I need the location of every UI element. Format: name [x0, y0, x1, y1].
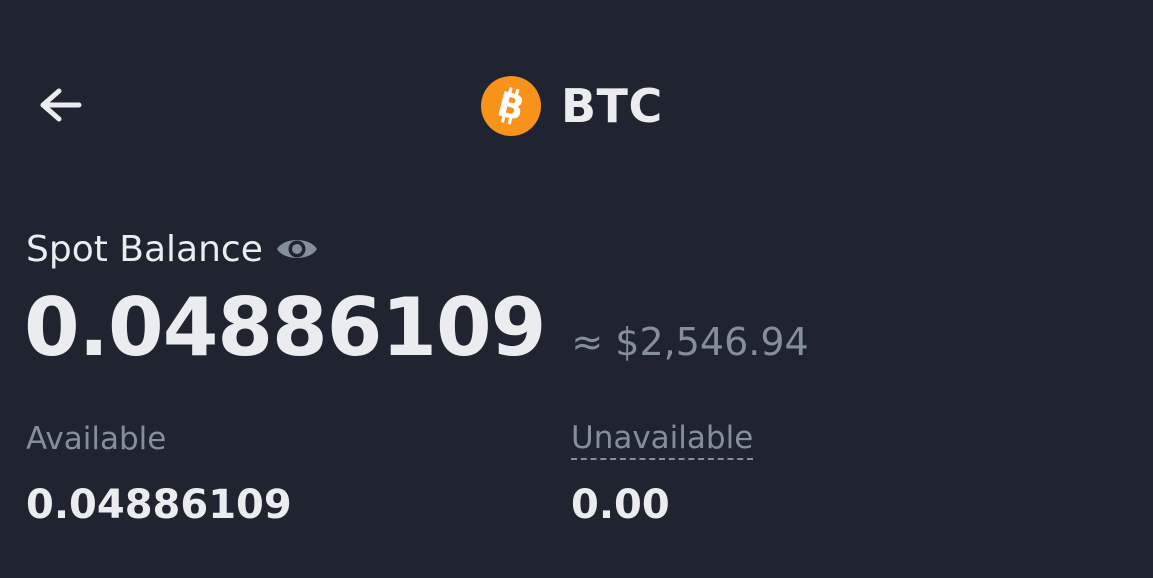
- unavailable-value: 0.00: [571, 482, 670, 528]
- available-section: Available 0.04886109: [26, 418, 292, 528]
- balance-fiat-value: ≈ $2,546.94: [571, 320, 809, 364]
- spot-balance-label: Spot Balance: [26, 228, 263, 270]
- unavailable-label[interactable]: Unavailable: [571, 418, 754, 460]
- available-label: Available: [26, 421, 167, 457]
- unavailable-section: Unavailable 0.00: [571, 418, 754, 528]
- arrow-left-icon: [40, 88, 82, 122]
- balance-amount: 0.04886109: [24, 281, 546, 374]
- coin-symbol: BTC: [561, 79, 663, 133]
- eye-icon[interactable]: [275, 232, 319, 266]
- balance-row: 0.04886109 ≈ $2,546.94: [24, 282, 809, 374]
- header-title: B BTC: [481, 76, 663, 136]
- asset-detail-screen: B BTC Spot Balance 0.04886109 ≈ $2,546.9…: [0, 0, 1153, 578]
- available-value: 0.04886109: [26, 482, 292, 528]
- balance-label-row: Spot Balance: [26, 222, 319, 276]
- back-button[interactable]: [28, 80, 88, 130]
- bitcoin-logo-icon: B: [481, 76, 541, 136]
